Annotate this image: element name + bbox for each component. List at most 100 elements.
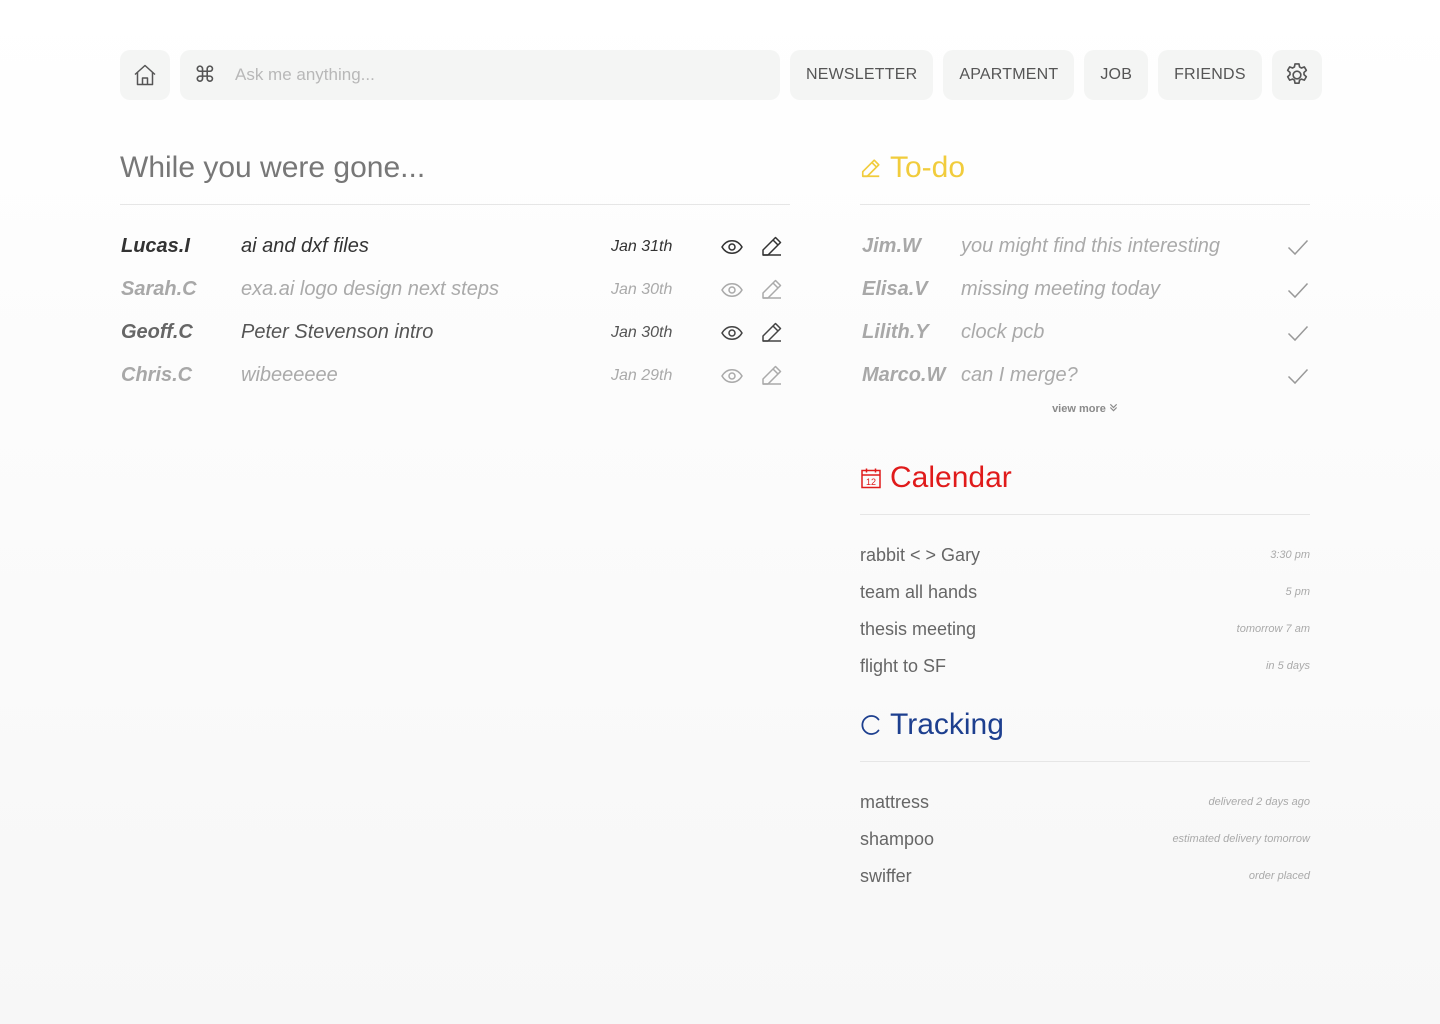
event-time: in 5 days [1265,660,1310,672]
pencil-icon[interactable] [760,320,784,344]
event-item[interactable]: team all hands 5 pm [860,574,1310,611]
event-item[interactable]: rabbit < > Gary 3:30 pm [860,537,1310,574]
activity-feed: While you were gone... Lucas.I ai and dx… [120,148,790,399]
feed-heading: While you were gone... [120,151,426,184]
search-input[interactable] [235,65,780,85]
shipment-item[interactable]: mattress delivered 2 days ago [860,784,1310,821]
eye-icon[interactable] [720,278,744,302]
event-item[interactable]: flight to SF in 5 days [860,648,1310,685]
settings-button[interactable] [1271,50,1322,100]
todo-sender: Lilith.Y [862,321,929,343]
divider [860,204,1310,205]
tracking-header: Tracking [860,705,1310,745]
message-sender: Lucas.I [121,235,190,257]
message-sender: Chris.C [121,364,193,386]
pencil-icon[interactable] [760,363,784,387]
event-time: tomorrow 7 am [1236,623,1310,635]
shipment-status: delivered 2 days ago [1208,796,1310,808]
nav-apartment-button[interactable]: APARTMENT [943,50,1075,100]
eye-icon[interactable] [720,235,744,259]
shipment-status: order placed [1248,870,1310,882]
svg-text:12: 12 [866,477,876,487]
todo-sender: Jim.W [862,235,921,257]
message-subject[interactable]: Peter Stevenson intro [241,321,433,344]
check-icon[interactable] [1286,364,1310,388]
check-icon[interactable] [1286,235,1310,259]
home-button[interactable] [120,50,170,100]
todo-list: Jim.W you might find this interesting El… [860,227,1310,399]
message-subject[interactable]: ai and dxf files [241,235,369,258]
message-sender: Sarah.C [121,278,197,300]
todo-section: To-do Jim.W you might find this interest… [860,148,1310,416]
nav-newsletter-button[interactable]: NEWSLETTER [790,50,934,100]
event-label: flight to SF [860,656,947,676]
nav-friends-button[interactable]: FRIENDS [1158,50,1262,100]
shipment-label: shampoo [860,829,935,849]
todo-item[interactable]: Elisa.V missing meeting today [860,270,1310,313]
shipment-label: swiffer [860,866,912,886]
message-date: Jan 30th [611,281,673,298]
search-bar[interactable]: ⌘ [180,50,780,100]
todo-sender: Marco.W [862,364,946,386]
command-icon: ⌘ [193,62,217,87]
message-row[interactable]: Lucas.I ai and dxf files Jan 31th [120,227,790,270]
event-item[interactable]: thesis meeting tomorrow 7 am [860,611,1310,648]
chevron-double-down-icon [1109,403,1118,412]
message-sender: Geoff.C [121,321,193,343]
view-more-link[interactable]: view more [860,402,1310,416]
todo-header: To-do [860,148,1310,188]
calendar-section: 12 Calendar rabbit < > Gary 3:30 pm team… [860,458,1310,685]
dashboard: ⌘ NEWSLETTER APARTMENT JOB FRIENDS While… [0,0,1440,1024]
check-icon[interactable] [1286,278,1310,302]
event-list: rabbit < > Gary 3:30 pm team all hands 5… [860,537,1310,685]
pencil-icon[interactable] [760,277,784,301]
event-label: thesis meeting [860,619,977,639]
calendar-title: Calendar [890,461,1012,494]
shipment-item[interactable]: swiffer order placed [860,858,1310,895]
view-more-label: view more [1052,403,1106,415]
todo-item[interactable]: Lilith.Y clock pcb [860,313,1310,356]
pencil-icon [861,159,880,178]
todo-item[interactable]: Jim.W you might find this interesting [860,227,1310,270]
shipment-item[interactable]: shampoo estimated delivery tomorrow [860,821,1310,858]
message-row[interactable]: Chris.C wibeeeeee Jan 29th [120,356,790,399]
tracking-title: Tracking [890,708,1004,741]
calendar-icon: 12 [861,468,881,489]
todo-item[interactable]: Marco.W can I merge? [860,356,1310,399]
message-date: Jan 29th [611,367,673,384]
todo-subject[interactable]: missing meeting today [961,278,1160,301]
event-label: rabbit < > Gary [860,545,981,565]
event-time: 5 pm [1285,586,1310,598]
nav-job-button[interactable]: JOB [1084,50,1149,100]
message-row[interactable]: Sarah.C exa.ai logo design next steps Ja… [120,270,790,313]
message-subject[interactable]: wibeeeeee [241,364,338,387]
message-row[interactable]: Geoff.C Peter Stevenson intro Jan 30th [120,313,790,356]
eye-icon[interactable] [720,321,744,345]
gear-icon [1286,63,1307,84]
event-label: team all hands [860,582,978,602]
eye-icon[interactable] [720,364,744,388]
divider [120,204,790,205]
message-list: Lucas.I ai and dxf files Jan 31th Sarah.… [120,227,790,399]
event-time: 3:30 pm [1270,549,1310,561]
todo-subject[interactable]: clock pcb [961,321,1044,344]
message-date: Jan 30th [611,324,673,341]
loading-arc-icon [861,715,880,735]
divider [860,514,1310,515]
todo-sender: Elisa.V [862,278,928,300]
shipment-list: mattress delivered 2 days ago shampoo es… [860,784,1310,895]
message-subject[interactable]: exa.ai logo design next steps [241,278,499,301]
todo-title: To-do [890,151,966,184]
todo-subject[interactable]: you might find this interesting [961,235,1220,258]
pencil-icon[interactable] [760,234,784,258]
home-icon [134,64,156,86]
calendar-header: 12 Calendar [860,458,1310,498]
message-date: Jan 31th [611,238,673,255]
top-bar: ⌘ NEWSLETTER APARTMENT JOB FRIENDS [120,50,1322,100]
divider [860,761,1310,762]
tracking-section: Tracking mattress delivered 2 days ago s… [860,705,1310,895]
todo-subject[interactable]: can I merge? [961,364,1078,387]
shipment-label: mattress [860,792,930,812]
check-icon[interactable] [1286,321,1310,345]
shipment-status: estimated delivery tomorrow [1172,833,1310,845]
